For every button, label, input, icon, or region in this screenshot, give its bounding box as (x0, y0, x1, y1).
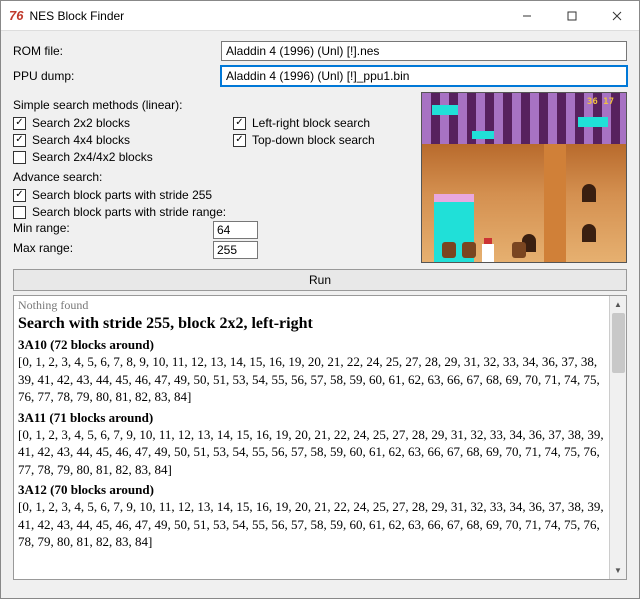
advance-search-heading: Advance search: (13, 170, 413, 184)
check-2x2[interactable]: ✓ (13, 117, 26, 130)
results-header: Search with stride 255, block 2x2, left-… (18, 315, 605, 333)
check-stride-255-label: Search block parts with stride 255 (32, 188, 212, 202)
check-4x4-label: Search 4x4 blocks (32, 133, 130, 147)
run-button-label: Run (309, 273, 331, 287)
scroll-up-button[interactable]: ▲ (610, 296, 626, 313)
window-title: NES Block Finder (29, 9, 504, 23)
check-left-right[interactable]: ✓ (233, 117, 246, 130)
check-top-down-label: Top-down block search (252, 133, 375, 147)
titlebar: 76 NES Block Finder (1, 1, 639, 31)
check-4x4[interactable]: ✓ (13, 134, 26, 147)
close-button[interactable] (594, 1, 639, 30)
result-block-array: [0, 1, 2, 3, 4, 5, 6, 7, 9, 10, 11, 12, … (18, 426, 605, 479)
simple-search-heading: Simple search methods (linear): (13, 98, 413, 112)
max-range-input[interactable] (213, 241, 258, 259)
maximize-button[interactable] (549, 1, 594, 30)
rom-file-label: ROM file: (13, 44, 213, 58)
check-left-right-label: Left-right block search (252, 116, 370, 130)
app-icon: 76 (9, 8, 23, 23)
min-range-input[interactable] (213, 221, 258, 239)
results-panel: Nothing found Search with stride 255, blo… (13, 295, 627, 580)
run-button[interactable]: Run (13, 269, 627, 291)
result-block-title: 3A11 (71 blocks around) (18, 410, 605, 426)
check-top-down[interactable]: ✓ (233, 134, 246, 147)
results-scrollbar[interactable]: ▲ ▼ (609, 296, 626, 579)
result-block-array: [0, 1, 2, 3, 4, 5, 6, 7, 8, 9, 10, 11, 1… (18, 353, 605, 406)
minimize-icon (522, 11, 532, 21)
scroll-thumb[interactable] (612, 313, 625, 373)
check-2x4-4x2-label: Search 2x4/4x2 blocks (32, 150, 153, 164)
close-icon (612, 11, 622, 21)
preview-character (482, 244, 494, 263)
scroll-down-button[interactable]: ▼ (610, 562, 626, 579)
result-block-array: [0, 1, 2, 3, 4, 5, 6, 7, 9, 10, 11, 12, … (18, 498, 605, 551)
minimize-button[interactable] (504, 1, 549, 30)
results-text[interactable]: Nothing found Search with stride 255, blo… (14, 296, 609, 579)
ppu-dump-input[interactable] (221, 66, 627, 86)
check-2x2-label: Search 2x2 blocks (32, 116, 130, 130)
scroll-track[interactable] (610, 313, 626, 562)
min-range-label: Min range: (13, 221, 213, 239)
check-2x4-4x2[interactable] (13, 151, 26, 164)
max-range-label: Max range: (13, 241, 213, 259)
maximize-icon (567, 11, 577, 21)
ppu-dump-label: PPU dump: (13, 69, 213, 83)
result-block-title: 3A10 (72 blocks around) (18, 337, 605, 353)
preview-score: 36 17 (587, 97, 614, 107)
results-cutoff-line: Nothing found (18, 298, 605, 313)
check-stride-range-label: Search block parts with stride range: (32, 205, 226, 219)
result-block-title: 3A12 (70 blocks around) (18, 482, 605, 498)
check-stride-range[interactable] (13, 206, 26, 219)
game-preview: 36 17 (421, 92, 627, 263)
check-stride-255[interactable]: ✓ (13, 189, 26, 202)
rom-file-input[interactable] (221, 41, 627, 61)
